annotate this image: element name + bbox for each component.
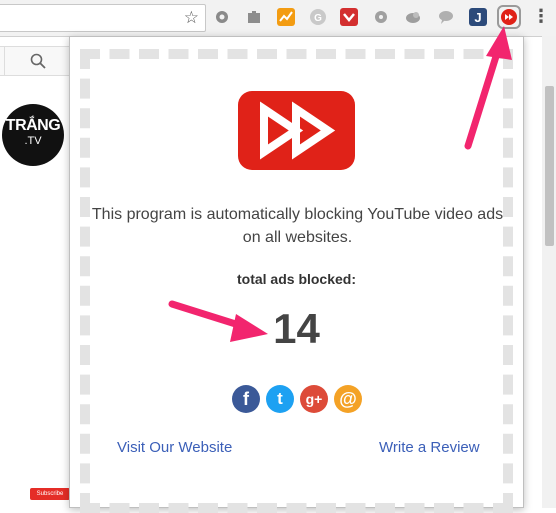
svg-text:J: J <box>474 10 481 25</box>
gear-extension-icon[interactable] <box>213 8 231 26</box>
twitter-share-button[interactable]: t <box>266 385 294 413</box>
write-review-link[interactable]: Write a Review <box>379 439 480 456</box>
extension-popup: This program is automatically blocking Y… <box>69 36 524 513</box>
cloud-extension-icon[interactable] <box>404 8 422 26</box>
channel-avatar[interactable]: TRẮNG .TV <box>2 104 64 166</box>
chart-extension-icon[interactable] <box>277 8 295 26</box>
star-icon[interactable]: ☆ <box>184 8 199 28</box>
facebook-share-button[interactable]: f <box>232 385 260 413</box>
email-share-button[interactable]: @ <box>334 385 362 413</box>
pocket-extension-icon[interactable] <box>340 8 358 26</box>
google-plus-share-button[interactable]: g+ <box>300 385 328 413</box>
ads-blocked-count: 14 <box>273 305 320 352</box>
scrollbar-thumb[interactable] <box>545 86 554 246</box>
chrome-menu-icon[interactable]: ⋮ <box>532 6 550 27</box>
svg-text:G: G <box>314 13 322 24</box>
j-extension-icon[interactable]: J <box>469 8 487 26</box>
browser-toolbar: ☆ G J ⋮ <box>0 0 556 37</box>
grammar-extension-icon[interactable]: G <box>309 8 327 26</box>
page-search-button[interactable] <box>0 46 71 76</box>
youtube-ad-blocker-extension-icon[interactable] <box>497 5 521 29</box>
description-text: This program is automatically blocking Y… <box>91 206 504 246</box>
channel-logo-text: TRẮNG <box>5 117 61 134</box>
youtube-fast-forward-logo <box>238 91 355 170</box>
facebook-icon: f <box>243 389 249 409</box>
settings-extension-icon[interactable] <box>372 8 390 26</box>
address-bar[interactable]: ☆ <box>0 4 206 32</box>
puzzle-extension-icon[interactable] <box>245 8 263 26</box>
visit-website-link[interactable]: Visit Our Website <box>117 439 232 456</box>
total-ads-label: total ads blocked: <box>236 271 357 287</box>
page-scrollbar[interactable] <box>542 36 556 508</box>
google-plus-icon: g+ <box>305 391 323 407</box>
channel-logo-subtext: .TV <box>24 135 42 147</box>
subscribe-button[interactable]: Subscribe <box>30 488 70 500</box>
email-icon: @ <box>339 389 357 409</box>
chat-extension-icon[interactable] <box>437 8 455 26</box>
twitter-icon: t <box>277 389 283 408</box>
search-icon <box>30 53 46 69</box>
